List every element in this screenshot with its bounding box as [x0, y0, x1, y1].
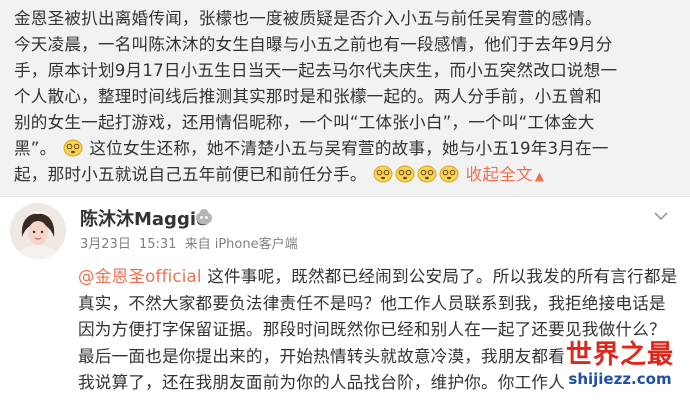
post-line: @金恩圣official 这件事呢，既然都已经闹到公安局了。所以我发的所有言行都… [78, 264, 678, 291]
mention-link[interactable]: @金恩圣official [78, 267, 202, 286]
repost-card: 金恩圣被扒出离婚传闻，张檬也一度被质疑是否介入小五与前任吴宥萱的感情。 今天凌晨… [0, 0, 690, 196]
collapse-full-text-label: 收起全文 [465, 165, 533, 184]
caret-up-icon: ▲ [534, 169, 545, 183]
watermark-url: shijiezz.com [568, 370, 672, 388]
weibo-member-icon[interactable] [194, 208, 214, 226]
post-time[interactable]: 15:31 [139, 237, 176, 252]
post-date[interactable]: 3月23日 [80, 237, 131, 252]
post-line: 真实，不然大家都要负法律责任不是吗？他工作人员联系到我，我拒绝接电话是 [78, 293, 666, 313]
dizzy-face-emoji-icon [373, 165, 393, 183]
post-source: 来自 iPhone客户端 [184, 237, 298, 252]
post-line-text: 这件事呢，既然都已经闹到公安局了。所以我发的所有言行都是 [201, 267, 678, 286]
avatar[interactable] [10, 203, 66, 259]
collapse-full-text-link[interactable]: 收起全文 ▲ [466, 165, 545, 184]
repost-line: 个人散心，整理时间线后推测其实那时是和张檬一起的。两人分手前，小五曾和 [14, 87, 602, 106]
dizzy-face-emoji-icon [439, 165, 459, 183]
dizzy-face-emoji-icon [395, 165, 415, 183]
dizzy-face-emoji-icon [417, 165, 437, 183]
repost-line: 手，原本计划9月17日小五生日当天一起去马尔代夫庆生，而小五突然改口说想一 [14, 61, 618, 80]
repost-line: 别的女生一起打游戏，还用情侣昵称，一个叫“工体张小白”，一个叫“工体金大 [14, 113, 595, 132]
author-name[interactable]: 陈沐沐Maggie [80, 205, 208, 231]
repost-line-8: 起，那时小五就说自己五年前便已和前任分手。 收起全文 ▲ [14, 162, 680, 189]
watermark-title: 世界之最 [565, 340, 674, 370]
repost-line: 今天凌晨，一名叫陈沐沐的女生自曝与小五之前也有一段感情，他们于去年9月分 [14, 35, 613, 54]
repost-line-text: 这位女生还称，她不清楚小五与吴宥萱的故事，她与小五19年3月在一 [89, 139, 609, 158]
dizzy-face-emoji-icon [63, 139, 83, 157]
chevron-down-icon[interactable] [650, 205, 672, 227]
user-post: 陈沐沐Maggie 3月23日 15:31 来自 iPhone客户端 @金恩圣o… [0, 197, 690, 400]
repost-line-text: 黑”。 [14, 139, 57, 158]
repost-line: 金恩圣被扒出离婚传闻，张檬也一度被质疑是否介入小五与前任吴宥萱的感情。 [14, 9, 602, 28]
watermark: 世界之最 shijiezz.com [556, 340, 684, 394]
repost-text: 金恩圣被扒出离婚传闻，张檬也一度被质疑是否介入小五与前任吴宥萱的感情。 今天凌晨… [14, 6, 680, 189]
repost-line-6: 黑”。 这位女生还称，她不清楚小五与吴宥萱的故事，她与小五19年3月在一 [14, 136, 680, 162]
avatar-image [10, 203, 66, 259]
post-meta: 3月23日 15:31 来自 iPhone客户端 [80, 233, 302, 252]
repost-line-text: 起，那时小五就说自己五年前便已和前任分手。 [14, 165, 367, 184]
